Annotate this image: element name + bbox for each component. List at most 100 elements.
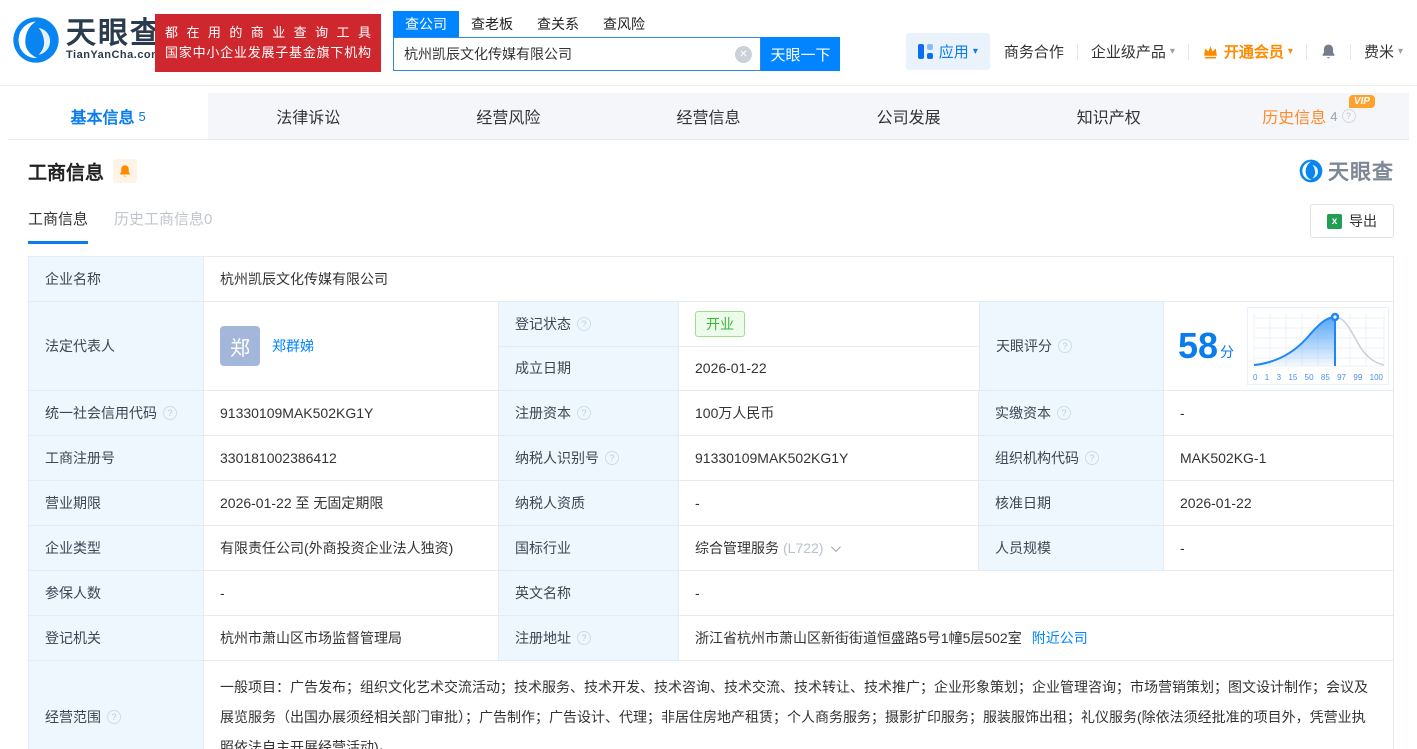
tab-operation-info[interactable]: 经营信息	[608, 93, 808, 139]
credit-code-value: 91330109MAK502KG1Y	[204, 391, 499, 435]
tab-legal-lawsuits[interactable]: 法律诉讼	[208, 93, 408, 139]
member-crown-icon	[1204, 46, 1217, 59]
insured-count-value: -	[204, 571, 499, 615]
nav-vip-label: 开通会员	[1223, 44, 1284, 61]
header-gap	[0, 86, 1417, 93]
business-scope-label-cell: 经营范围 ?	[29, 661, 204, 749]
subscribe-bell-button[interactable]	[113, 159, 138, 183]
reg-address-value-cell: 浙江省杭州市萧山区新街街道恒盛路5号1幢5层502室 附近公司	[679, 616, 1393, 660]
tab-history-label: 历史信息	[1262, 110, 1327, 127]
tab-intellectual-property[interactable]: 知识产权	[1009, 93, 1209, 139]
taxpayer-id-label: 纳税人识别号	[515, 450, 599, 466]
table-row: 企业类型 有限责任公司(外商投资企业法人独资) 国标行业 综合管理服务 (L72…	[29, 526, 1393, 571]
established-label: 成立日期	[499, 346, 679, 390]
reg-authority-value: 杭州市萧山区市场监督管理局	[204, 616, 499, 660]
chevron-down-icon: ▾	[1169, 46, 1175, 57]
reg-authority-label: 登记机关	[29, 616, 204, 660]
staff-size-value: -	[1180, 540, 1185, 556]
taxpayer-id-label-cell: 纳税人识别号 ?	[499, 436, 679, 480]
tianyancha-logo[interactable]: 天眼查 TianYanCha.com	[12, 16, 162, 64]
apps-dropdown[interactable]: 应用 ▾	[905, 33, 990, 70]
nav-open-vip[interactable]: 开通会员 ▾	[1202, 41, 1293, 62]
paid-capital-value: -	[1180, 405, 1185, 421]
search-input[interactable]	[394, 46, 760, 62]
tab-basic-info[interactable]: 基本信息 5	[8, 93, 209, 139]
search-tab-risk[interactable]: 查风险	[591, 11, 657, 37]
status-badge: 开业	[695, 310, 745, 337]
tab-operation-risk[interactable]: 经营风险	[408, 93, 608, 139]
search-tab-relation[interactable]: 查关系	[525, 11, 591, 37]
chevron-down-icon[interactable]	[831, 541, 842, 552]
help-icon[interactable]: ?	[163, 406, 177, 420]
reg-number-value: 330181002386412	[204, 436, 499, 480]
industry-label: 国标行业	[499, 526, 679, 570]
industry-code: (L722)	[783, 540, 824, 556]
export-button[interactable]: x 导出	[1310, 204, 1394, 238]
help-icon[interactable]: ?	[605, 451, 619, 465]
search-area: 查公司 查老板 查关系 查风险 ✕ 天眼一下	[393, 11, 840, 71]
score-label-cell: 天眼评分 ?	[979, 302, 1164, 390]
reg-capital-label: 注册资本	[515, 405, 571, 421]
help-icon[interactable]: ?	[577, 316, 591, 331]
approval-date-value: 2026-01-22	[1180, 495, 1252, 511]
legal-rep-link[interactable]: 郑群娣	[272, 336, 314, 356]
slogan-line2: 国家中小企业发展子基金旗下机构	[165, 45, 371, 60]
org-code-label: 组织机构代码	[995, 450, 1079, 466]
tab-history-info[interactable]: VIP 历史信息 4 ?	[1209, 93, 1409, 139]
help-icon[interactable]: ?	[107, 710, 121, 724]
english-name-label: 英文名称	[499, 571, 679, 615]
tab-development-label: 公司发展	[876, 110, 941, 127]
business-term-value: 2026-01-22 至 无固定期限	[204, 481, 499, 525]
table-row: 营业期限 2026-01-22 至 无固定期限 纳税人资质 - 核准日期 202…	[29, 481, 1393, 526]
staff-size-label: 人员规模	[979, 526, 1164, 570]
nav-user-menu[interactable]: 费米 ▾	[1364, 41, 1403, 62]
established-value: 2026-01-22	[695, 360, 767, 377]
apps-label: 应用	[938, 44, 969, 61]
help-icon[interactable]: ?	[577, 631, 591, 645]
paid-capital-label-cell: 实缴资本 ?	[979, 391, 1164, 435]
score-cell: 58 分 0 1 3 15 50 85 97 99 100	[1164, 302, 1393, 390]
search-tab-boss[interactable]: 查老板	[459, 11, 525, 37]
legal-rep-label: 法定代表人	[29, 302, 204, 390]
nav-divider	[1187, 43, 1189, 60]
taxpayer-quality-label: 纳税人资质	[499, 481, 679, 525]
subtab-history-business-info[interactable]: 历史工商信息0	[114, 208, 212, 244]
search-clear-icon[interactable]: ✕	[735, 45, 752, 63]
table-row: 登记机关 杭州市萧山区市场监督管理局 注册地址 ? 浙江省杭州市萧山区新街街道恒…	[29, 616, 1393, 661]
bell-icon	[120, 165, 130, 177]
top-header: 天眼查 TianYanCha.com 都在用的商业查询工具 国家中小企业发展子基…	[0, 0, 1417, 86]
search-tab-company[interactable]: 查公司	[393, 11, 459, 37]
tab-company-development[interactable]: 公司发展	[809, 93, 1009, 139]
business-term-label: 营业期限	[29, 481, 204, 525]
reg-capital-value: 100万人民币	[679, 391, 979, 435]
help-icon[interactable]: ?	[1341, 109, 1356, 123]
tianyancha-watermark: 天眼查	[1299, 156, 1394, 186]
search-button[interactable]: 天眼一下	[761, 37, 840, 71]
reg-number-label: 工商注册号	[29, 436, 204, 480]
help-icon[interactable]: ?	[577, 406, 591, 420]
subtab-business-info[interactable]: 工商信息	[28, 208, 89, 244]
company-type-value: 有限责任公司(外商投资企业法人独资)	[204, 526, 499, 570]
reg-address-label-cell: 注册地址 ?	[499, 616, 679, 660]
help-icon[interactable]: ?	[1057, 406, 1071, 420]
approval-date-label: 核准日期	[979, 481, 1164, 525]
logo-domain-text: TianYanCha.com	[66, 49, 162, 61]
notification-bell-icon[interactable]	[1320, 43, 1337, 60]
tab-history-count: 4	[1330, 108, 1338, 124]
tab-operation-label: 经营信息	[676, 110, 741, 127]
business-scope-value: 一般项目：广告发布；组织文化艺术交流活动；技术服务、技术开发、技术咨询、技术交流…	[220, 679, 1368, 749]
nav-username: 费米	[1363, 44, 1394, 61]
nav-cooperation[interactable]: 商务合作	[1004, 41, 1064, 62]
tab-risk-label: 经营风险	[476, 110, 541, 127]
nearby-companies-link[interactable]: 附近公司	[1032, 628, 1088, 648]
industry-value-cell[interactable]: 综合管理服务 (L722)	[679, 526, 979, 570]
tab-basic-info-count: 5	[138, 108, 146, 124]
nav-enterprise-products[interactable]: 企业级产品 ▾	[1091, 41, 1175, 62]
score-distribution-chart[interactable]: 01 3 15 50 85 97 99 100	[1247, 307, 1389, 385]
help-icon[interactable]: ?	[1085, 451, 1099, 465]
nav-divider	[1076, 43, 1078, 60]
help-icon[interactable]: ?	[1058, 339, 1072, 353]
vip-badge: VIP	[1348, 95, 1375, 108]
status-value-cell: 开业	[679, 302, 979, 346]
org-code-value: MAK502KG-1	[1180, 450, 1267, 466]
